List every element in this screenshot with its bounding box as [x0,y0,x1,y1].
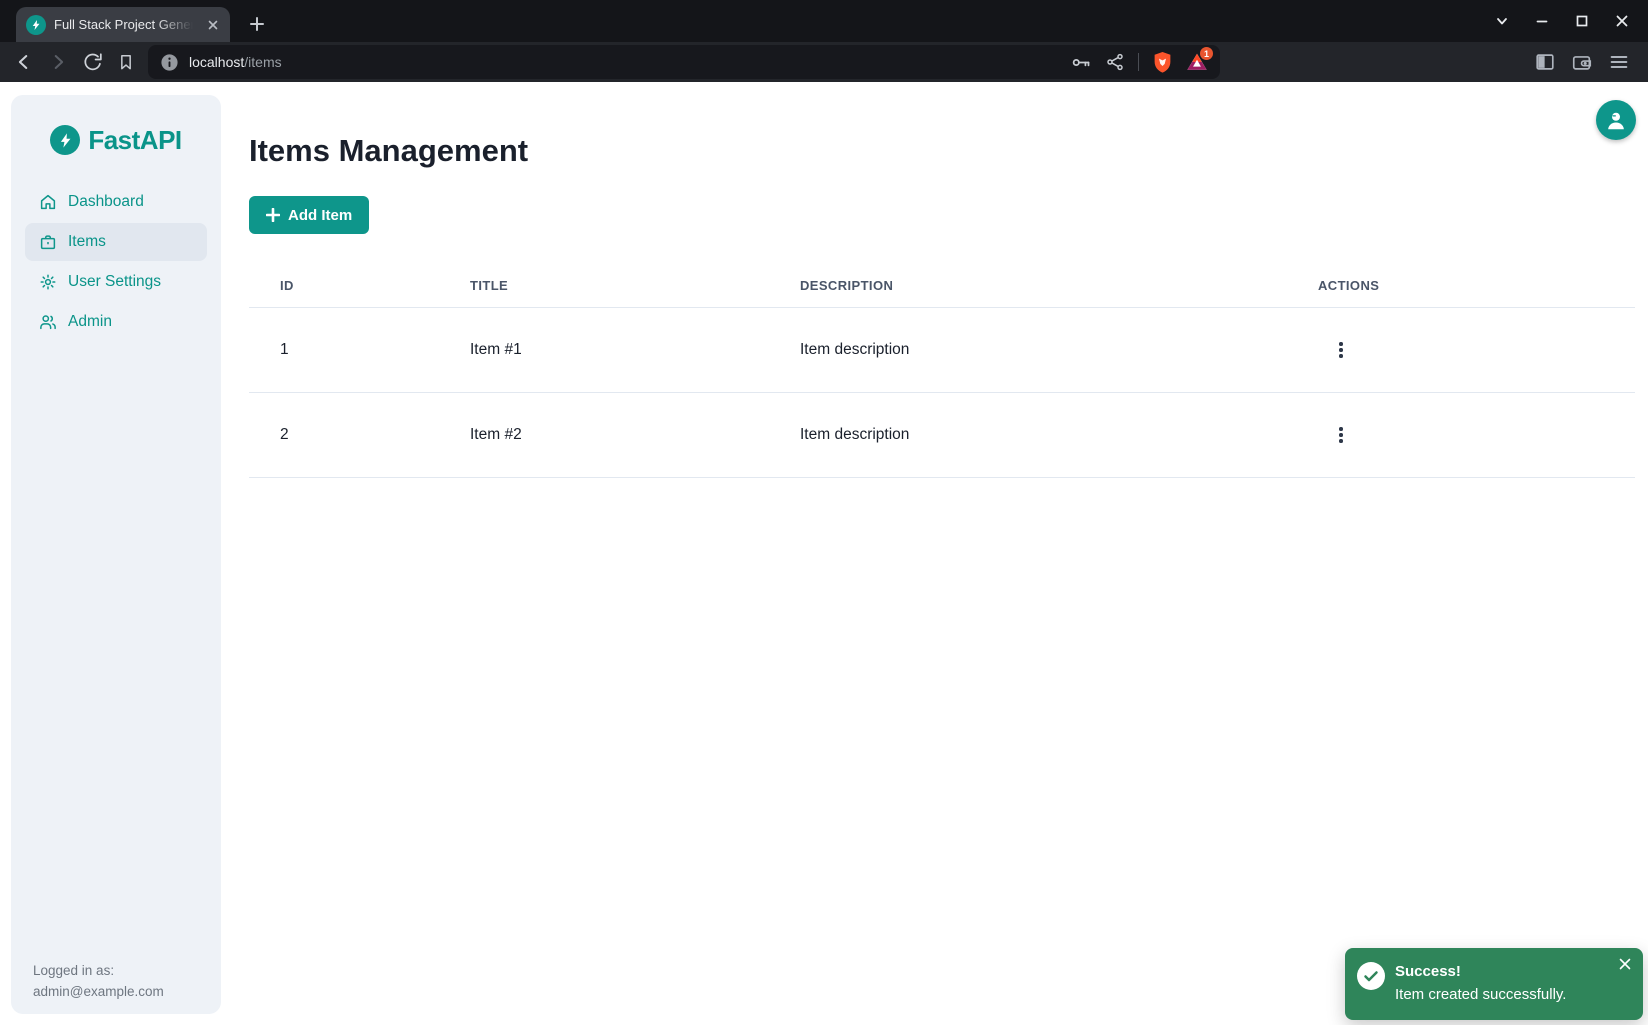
reload-icon[interactable] [80,50,104,74]
browser-tab[interactable]: Full Stack Project Genera [16,7,230,42]
sidebar-nav: Dashboard Items User Settings Admin [25,183,207,341]
row-actions-kebab-icon[interactable] [1330,423,1352,447]
site-info-icon[interactable] [160,53,179,72]
fastapi-favicon-icon [26,15,46,35]
table-header-row: ID TITLE DESCRIPTION ACTIONS [249,270,1635,308]
sidebar-item-dashboard[interactable]: Dashboard [25,183,207,221]
sidebar-item-label: Admin [68,313,112,331]
window-close-icon[interactable] [1613,13,1630,30]
sidebar-panel-icon[interactable] [1534,51,1556,73]
add-item-label: Add Item [288,207,352,224]
cell-title: Item #1 [439,308,769,393]
sidebar-item-admin[interactable]: Admin [25,303,207,341]
brave-rewards-icon[interactable]: 1 [1186,51,1208,73]
cell-title: Item #2 [439,393,769,478]
table-row: 2 Item #2 Item description [249,393,1635,478]
cell-id: 2 [249,393,439,478]
logged-in-info: Logged in as: admin@example.com [33,960,164,1002]
brave-shield-icon[interactable] [1152,51,1173,74]
logged-in-email: admin@example.com [33,981,164,1002]
browser-toolbar: localhost/items 1 [0,42,1648,82]
briefcase-icon [39,233,57,251]
page-content: FastAPI Dashboard Items User Settings Ad… [0,82,1648,1025]
sidebar-item-user-settings[interactable]: User Settings [25,263,207,301]
sidebar: FastAPI Dashboard Items User Settings Ad… [11,95,221,1014]
share-icon[interactable] [1105,52,1125,72]
gear-icon [39,273,57,291]
url-bar[interactable]: localhost/items 1 [148,45,1220,79]
tab-search-chevron-icon[interactable] [1493,13,1510,30]
plus-icon [266,208,280,222]
password-key-icon[interactable] [1071,52,1092,73]
sidebar-item-label: User Settings [68,273,161,291]
column-header-description: DESCRIPTION [769,270,1287,308]
url-path: /items [244,54,281,70]
column-header-title: TITLE [439,270,769,308]
cell-id: 1 [249,308,439,393]
cell-actions [1287,393,1635,478]
bookmark-icon[interactable] [114,50,138,74]
toast-close-icon[interactable] [1617,956,1633,972]
toast-message: Item created successfully. [1395,985,1566,1004]
fastapi-logo-icon [50,125,80,155]
forward-icon[interactable] [46,50,70,74]
row-actions-kebab-icon[interactable] [1330,338,1352,362]
url-text: localhost/items [189,54,282,70]
url-host: localhost [189,54,244,70]
toast-title: Success! [1395,962,1566,981]
menu-hamburger-icon[interactable] [1608,51,1630,73]
window-controls [1493,0,1630,42]
home-icon [39,193,57,211]
main-content: Items Management Add Item ID TITLE DESCR… [249,82,1635,478]
sidebar-item-label: Dashboard [68,193,144,211]
fastapi-logo: FastAPI [11,123,221,157]
users-icon [39,313,57,331]
browser-titlebar: Full Stack Project Genera [0,0,1648,42]
window-maximize-icon[interactable] [1573,13,1590,30]
new-tab-button[interactable] [244,11,270,37]
column-header-id: ID [249,270,439,308]
toolbar-divider [1138,53,1139,71]
page-title: Items Management [249,132,1635,170]
check-circle-icon [1357,962,1385,990]
user-avatar-button[interactable] [1596,100,1636,140]
cell-description: Item description [769,308,1287,393]
table-row: 1 Item #1 Item description [249,308,1635,393]
sidebar-item-label: Items [68,233,106,251]
back-icon[interactable] [12,50,36,74]
cell-description: Item description [769,393,1287,478]
user-avatar-icon [1603,107,1629,133]
column-header-actions: ACTIONS [1287,270,1635,308]
logged-in-label: Logged in as: [33,960,164,981]
tab-close-icon[interactable] [204,16,222,34]
wallet-icon[interactable] [1571,51,1593,73]
add-item-button[interactable]: Add Item [249,196,369,234]
window-minimize-icon[interactable] [1533,13,1550,30]
tab-title: Full Stack Project Genera [54,17,196,32]
toolbar-right [1534,51,1636,73]
cell-actions [1287,308,1635,393]
rewards-badge: 1 [1200,47,1213,60]
success-toast: Success! Item created successfully. [1345,948,1643,1020]
sidebar-item-items[interactable]: Items [25,223,207,261]
fastapi-logo-text: FastAPI [88,125,181,156]
items-table: ID TITLE DESCRIPTION ACTIONS 1 Item #1 I… [249,270,1635,478]
